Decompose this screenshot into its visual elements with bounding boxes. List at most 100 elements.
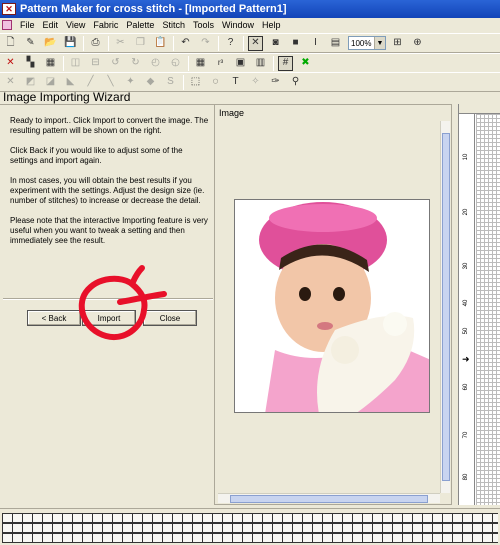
ruler-number: 30: [463, 262, 469, 270]
ruler-number: 70: [463, 431, 469, 439]
app-icon: ✕: [2, 3, 16, 15]
edit-toolbar: ✕ ▚ ▦ ◫ ⊟ ↺ ↻ ◴ ◵ ▦ r³ ▣ ▥ # ✖: [0, 53, 500, 73]
title-bar: ✕ Pattern Maker for cross stitch - [Impo…: [0, 0, 500, 18]
undo-icon[interactable]: ↶: [178, 36, 193, 51]
palette-row[interactable]: [2, 533, 498, 543]
menu-stitch[interactable]: Stitch: [158, 20, 189, 30]
red-annotation: [78, 265, 167, 341]
wizard-paragraph: Click Back if you would like to adjust s…: [10, 146, 183, 165]
magic-wand-icon[interactable]: ✧: [248, 75, 263, 90]
chevron-down-icon[interactable]: ▼: [374, 37, 385, 49]
wizard-paragraph: Ready to import.. Click Import to conver…: [10, 116, 209, 135]
grid-toggle-icon[interactable]: #: [278, 55, 293, 71]
print-icon[interactable]: ⎙: [88, 36, 103, 51]
pattern-x-icon[interactable]: ✖: [298, 56, 313, 71]
divider: [3, 298, 213, 300]
three-quarter-icon[interactable]: ◣: [63, 75, 78, 90]
menu-file[interactable]: File: [16, 20, 39, 30]
open-folder-icon[interactable]: 📂: [43, 36, 58, 51]
standard-toolbar: 🗋 ✎ 📂 💾 ⎙ ✂ ❐ 📋 ↶ ↷ ? ✕ ◙ ■ I ▤ 100% ▼ ⊞…: [0, 33, 500, 53]
flip-vertical-icon[interactable]: ⊟: [88, 56, 103, 71]
rotate-icon[interactable]: ◴: [148, 56, 163, 71]
menu-bar: File Edit View Fabric Palette Stitch Too…: [0, 18, 500, 32]
menu-edit[interactable]: Edit: [39, 20, 63, 30]
lasso-icon[interactable]: ◌: [208, 75, 223, 90]
menu-window[interactable]: Window: [218, 20, 258, 30]
left-ruler: 10 20 30 40 50 60 70 80: [459, 114, 475, 505]
symbol-view-icon[interactable]: ◙: [268, 36, 283, 51]
menu-view[interactable]: View: [62, 20, 89, 30]
eyedropper-icon[interactable]: ✑: [268, 75, 283, 90]
help-icon[interactable]: ?: [223, 36, 238, 51]
grid-icon[interactable]: ▦: [193, 56, 208, 71]
row-marker-icon: ➜: [462, 354, 470, 364]
palette-row[interactable]: [2, 523, 498, 533]
block-view-icon[interactable]: ■: [288, 36, 303, 51]
cut-icon[interactable]: ✂: [113, 36, 128, 51]
image-panel-label: Image: [219, 108, 245, 118]
menu-help[interactable]: Help: [258, 20, 285, 30]
ruler-number: 40: [463, 299, 469, 307]
bead-icon[interactable]: ◆: [143, 75, 158, 90]
flip-horizontal-icon[interactable]: ◫: [68, 56, 83, 71]
ruler-number: 60: [463, 383, 469, 391]
source-photo: [234, 199, 430, 413]
magnifier-icon[interactable]: ⚲: [288, 75, 303, 90]
rotate-right-icon[interactable]: ↻: [128, 56, 143, 71]
ruler-number: 80: [463, 473, 469, 481]
layers-icon[interactable]: ▦: [43, 56, 58, 71]
zoom-value: 100%: [351, 38, 372, 48]
specialty-stitch-icon[interactable]: S: [163, 75, 178, 90]
cross-stitch-icon[interactable]: ✕: [248, 35, 263, 51]
back-button[interactable]: < Back: [27, 310, 81, 326]
wizard-icon[interactable]: ✎: [23, 36, 38, 51]
menu-tools[interactable]: Tools: [189, 20, 218, 30]
palette-row[interactable]: [2, 513, 498, 523]
half-stitch-icon[interactable]: ◩: [23, 75, 38, 90]
copy-icon[interactable]: ❐: [133, 36, 148, 51]
wizard-instructions: Ready to import.. Click Import to conver…: [10, 116, 210, 256]
zoom-in-icon[interactable]: ⊕: [410, 36, 425, 51]
vertical-scrollbar[interactable]: [440, 121, 450, 493]
page-icon[interactable]: ▤: [328, 36, 343, 51]
stitch-count-icon[interactable]: r³: [213, 56, 228, 71]
color-fill-icon[interactable]: ▚: [23, 56, 38, 71]
top-ruler: [459, 104, 500, 114]
backstitch-icon[interactable]: ╱: [83, 75, 98, 90]
mirror-icon[interactable]: ◵: [168, 56, 183, 71]
new-file-icon[interactable]: 🗋: [3, 36, 18, 51]
rect-select-icon[interactable]: ⬚: [188, 75, 203, 90]
child-photo-image: [235, 200, 429, 412]
long-stitch-icon[interactable]: ╲: [103, 75, 118, 90]
close-button[interactable]: Close: [143, 310, 197, 326]
rotate-left-icon[interactable]: ↺: [108, 56, 123, 71]
text-tool-icon[interactable]: T: [228, 75, 243, 90]
window-title: Pattern Maker for cross stitch - [Import…: [20, 3, 287, 15]
document-icon[interactable]: [2, 20, 12, 30]
chart-icon[interactable]: ▥: [253, 56, 268, 71]
wizard-paragraph: Please note that the interactive Importi…: [10, 216, 208, 245]
paste-icon[interactable]: 📋: [153, 36, 168, 51]
import-button[interactable]: Import: [82, 310, 136, 326]
zoom-select[interactable]: 100% ▼: [348, 36, 386, 50]
ruler-number: 50: [463, 327, 469, 335]
menu-palette[interactable]: Palette: [122, 20, 158, 30]
pattern-preview[interactable]: 10 20 30 40 50 60 70 80: [458, 104, 500, 505]
delete-icon[interactable]: ✕: [3, 56, 18, 71]
horizontal-scrollbar[interactable]: [218, 493, 440, 503]
text-cursor-icon[interactable]: I: [308, 36, 323, 51]
key-icon[interactable]: ▣: [233, 56, 248, 71]
french-knot-icon[interactable]: ✦: [123, 75, 138, 90]
menu-fabric[interactable]: Fabric: [89, 20, 122, 30]
save-icon[interactable]: 💾: [63, 36, 78, 51]
quarter-stitch-icon[interactable]: ◪: [43, 75, 58, 90]
drawing-toolbar: ✕ ◩ ◪ ◣ ╱ ╲ ✦ ◆ S ⬚ ◌ T ✧ ✑ ⚲: [0, 72, 500, 92]
zoom-fit-icon[interactable]: ⊞: [390, 36, 405, 51]
full-stitch-icon[interactable]: ✕: [3, 75, 18, 90]
ruler-number: 20: [463, 208, 469, 216]
ruler-number: 10: [463, 153, 469, 161]
image-panel: Image: [214, 104, 452, 505]
redo-icon[interactable]: ↷: [198, 36, 213, 51]
stitch-grid[interactable]: [476, 114, 500, 505]
image-viewport: [218, 121, 440, 493]
